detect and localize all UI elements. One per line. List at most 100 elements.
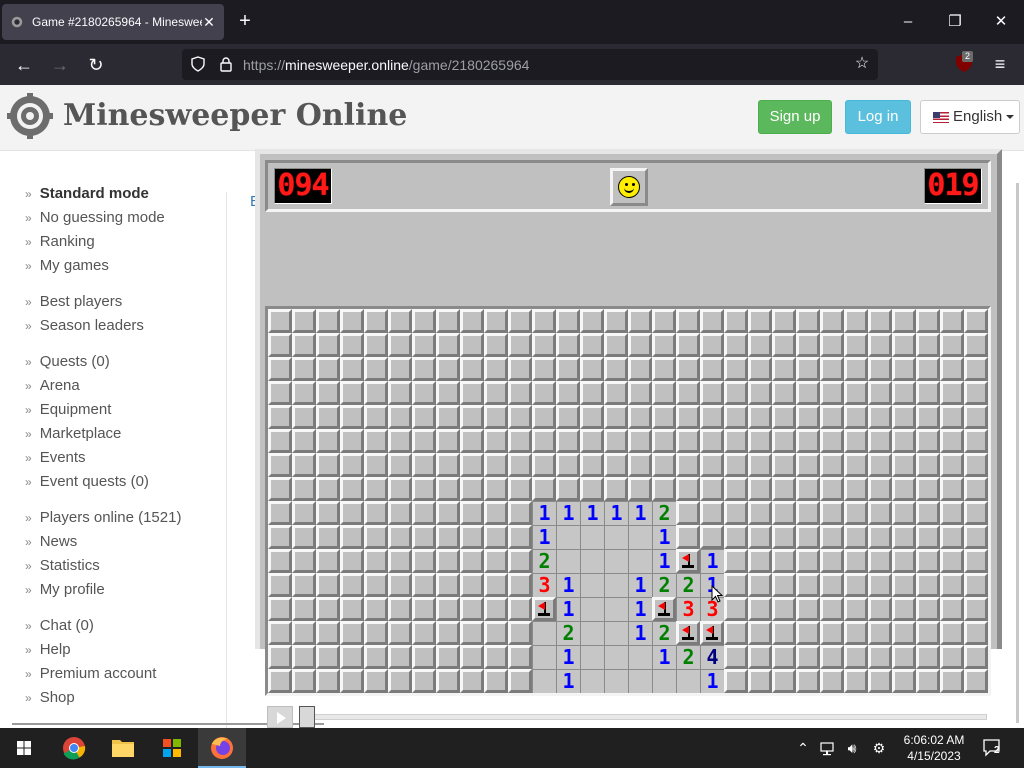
- hidden-cell[interactable]: [724, 453, 748, 477]
- hidden-cell[interactable]: [268, 573, 292, 597]
- sidebar-item[interactable]: » Marketplace: [25, 425, 121, 442]
- hidden-cell[interactable]: [700, 477, 724, 501]
- hidden-cell[interactable]: [964, 381, 988, 405]
- hidden-cell[interactable]: [340, 597, 364, 621]
- hidden-cell[interactable]: [604, 405, 628, 429]
- sidebar-item[interactable]: » Help: [25, 641, 71, 658]
- hidden-cell[interactable]: [268, 381, 292, 405]
- hidden-cell[interactable]: [916, 429, 940, 453]
- hidden-cell[interactable]: [388, 669, 412, 693]
- firefox-icon[interactable]: [198, 728, 246, 768]
- hidden-cell[interactable]: [676, 333, 700, 357]
- hidden-cell[interactable]: [268, 621, 292, 645]
- hidden-cell[interactable]: [844, 669, 868, 693]
- shield-icon[interactable]: [190, 56, 206, 72]
- hidden-cell[interactable]: [604, 429, 628, 453]
- hidden-cell[interactable]: [436, 669, 460, 693]
- hidden-cell[interactable]: [940, 333, 964, 357]
- hidden-cell[interactable]: [268, 501, 292, 525]
- hidden-cell[interactable]: [316, 405, 340, 429]
- hidden-cell[interactable]: [844, 621, 868, 645]
- hidden-cell[interactable]: [916, 621, 940, 645]
- hidden-cell[interactable]: [964, 549, 988, 573]
- hidden-cell[interactable]: [892, 309, 916, 333]
- hidden-cell[interactable]: [916, 477, 940, 501]
- hidden-cell[interactable]: [748, 309, 772, 333]
- hidden-cell[interactable]: [364, 597, 388, 621]
- hidden-cell[interactable]: [460, 549, 484, 573]
- hidden-cell[interactable]: [748, 621, 772, 645]
- hidden-cell[interactable]: [868, 405, 892, 429]
- hidden-cell[interactable]: [820, 453, 844, 477]
- revealed-cell[interactable]: 1: [556, 669, 580, 693]
- hidden-cell[interactable]: [652, 429, 676, 453]
- hidden-cell[interactable]: [556, 453, 580, 477]
- revealed-cell[interactable]: 3: [532, 573, 556, 597]
- browser-tab[interactable]: Game #2180265964 - Minesweeper Online ✕: [2, 4, 224, 40]
- revealed-cell[interactable]: [628, 549, 652, 573]
- hidden-cell[interactable]: [508, 309, 532, 333]
- sidebar-item[interactable]: » Chat (0): [25, 617, 94, 634]
- hidden-cell[interactable]: [748, 381, 772, 405]
- microsoft-store-icon[interactable]: [148, 728, 196, 768]
- hidden-cell[interactable]: [868, 549, 892, 573]
- revealed-cell[interactable]: [580, 573, 604, 597]
- revealed-cell[interactable]: [628, 525, 652, 549]
- hidden-cell[interactable]: [940, 405, 964, 429]
- hidden-cell[interactable]: [820, 333, 844, 357]
- hidden-cell[interactable]: [868, 381, 892, 405]
- hidden-cell[interactable]: [820, 381, 844, 405]
- hidden-cell[interactable]: [340, 357, 364, 381]
- flagged-cell[interactable]: [676, 549, 700, 573]
- hidden-cell[interactable]: [916, 669, 940, 693]
- hidden-cell[interactable]: [652, 477, 676, 501]
- hidden-cell[interactable]: [364, 477, 388, 501]
- hidden-cell[interactable]: [868, 309, 892, 333]
- hidden-cell[interactable]: [436, 477, 460, 501]
- revealed-cell[interactable]: [532, 669, 556, 693]
- hidden-cell[interactable]: [412, 333, 436, 357]
- hidden-cell[interactable]: [412, 381, 436, 405]
- revealed-cell[interactable]: 1: [556, 501, 580, 525]
- hidden-cell[interactable]: [676, 525, 700, 549]
- hidden-cell[interactable]: [316, 669, 340, 693]
- revealed-cell[interactable]: 2: [556, 621, 580, 645]
- hidden-cell[interactable]: [460, 621, 484, 645]
- hidden-cell[interactable]: [820, 573, 844, 597]
- hidden-cell[interactable]: [364, 309, 388, 333]
- revealed-cell[interactable]: 1: [628, 501, 652, 525]
- hidden-cell[interactable]: [340, 645, 364, 669]
- hidden-cell[interactable]: [292, 501, 316, 525]
- new-game-button[interactable]: [610, 168, 648, 206]
- url-text[interactable]: https://minesweeper.online/game/21802659…: [243, 57, 529, 73]
- hidden-cell[interactable]: [868, 453, 892, 477]
- hidden-cell[interactable]: [436, 333, 460, 357]
- hidden-cell[interactable]: [508, 525, 532, 549]
- vertical-scrollbar[interactable]: [1016, 183, 1019, 723]
- hidden-cell[interactable]: [388, 429, 412, 453]
- hidden-cell[interactable]: [340, 477, 364, 501]
- hidden-cell[interactable]: [508, 501, 532, 525]
- hidden-cell[interactable]: [820, 525, 844, 549]
- hidden-cell[interactable]: [676, 453, 700, 477]
- hidden-cell[interactable]: [364, 501, 388, 525]
- hidden-cell[interactable]: [796, 621, 820, 645]
- hidden-cell[interactable]: [892, 357, 916, 381]
- hidden-cell[interactable]: [748, 597, 772, 621]
- hidden-cell[interactable]: [724, 621, 748, 645]
- hidden-cell[interactable]: [292, 333, 316, 357]
- hidden-cell[interactable]: [844, 501, 868, 525]
- hidden-cell[interactable]: [508, 549, 532, 573]
- hidden-cell[interactable]: [700, 501, 724, 525]
- hidden-cell[interactable]: [412, 309, 436, 333]
- hidden-cell[interactable]: [268, 309, 292, 333]
- hidden-cell[interactable]: [916, 309, 940, 333]
- hidden-cell[interactable]: [868, 501, 892, 525]
- hidden-cell[interactable]: [556, 309, 580, 333]
- hidden-cell[interactable]: [532, 477, 556, 501]
- new-tab-icon[interactable]: +: [234, 10, 256, 32]
- hidden-cell[interactable]: [892, 645, 916, 669]
- hidden-cell[interactable]: [340, 549, 364, 573]
- hidden-cell[interactable]: [484, 309, 508, 333]
- hidden-cell[interactable]: [340, 501, 364, 525]
